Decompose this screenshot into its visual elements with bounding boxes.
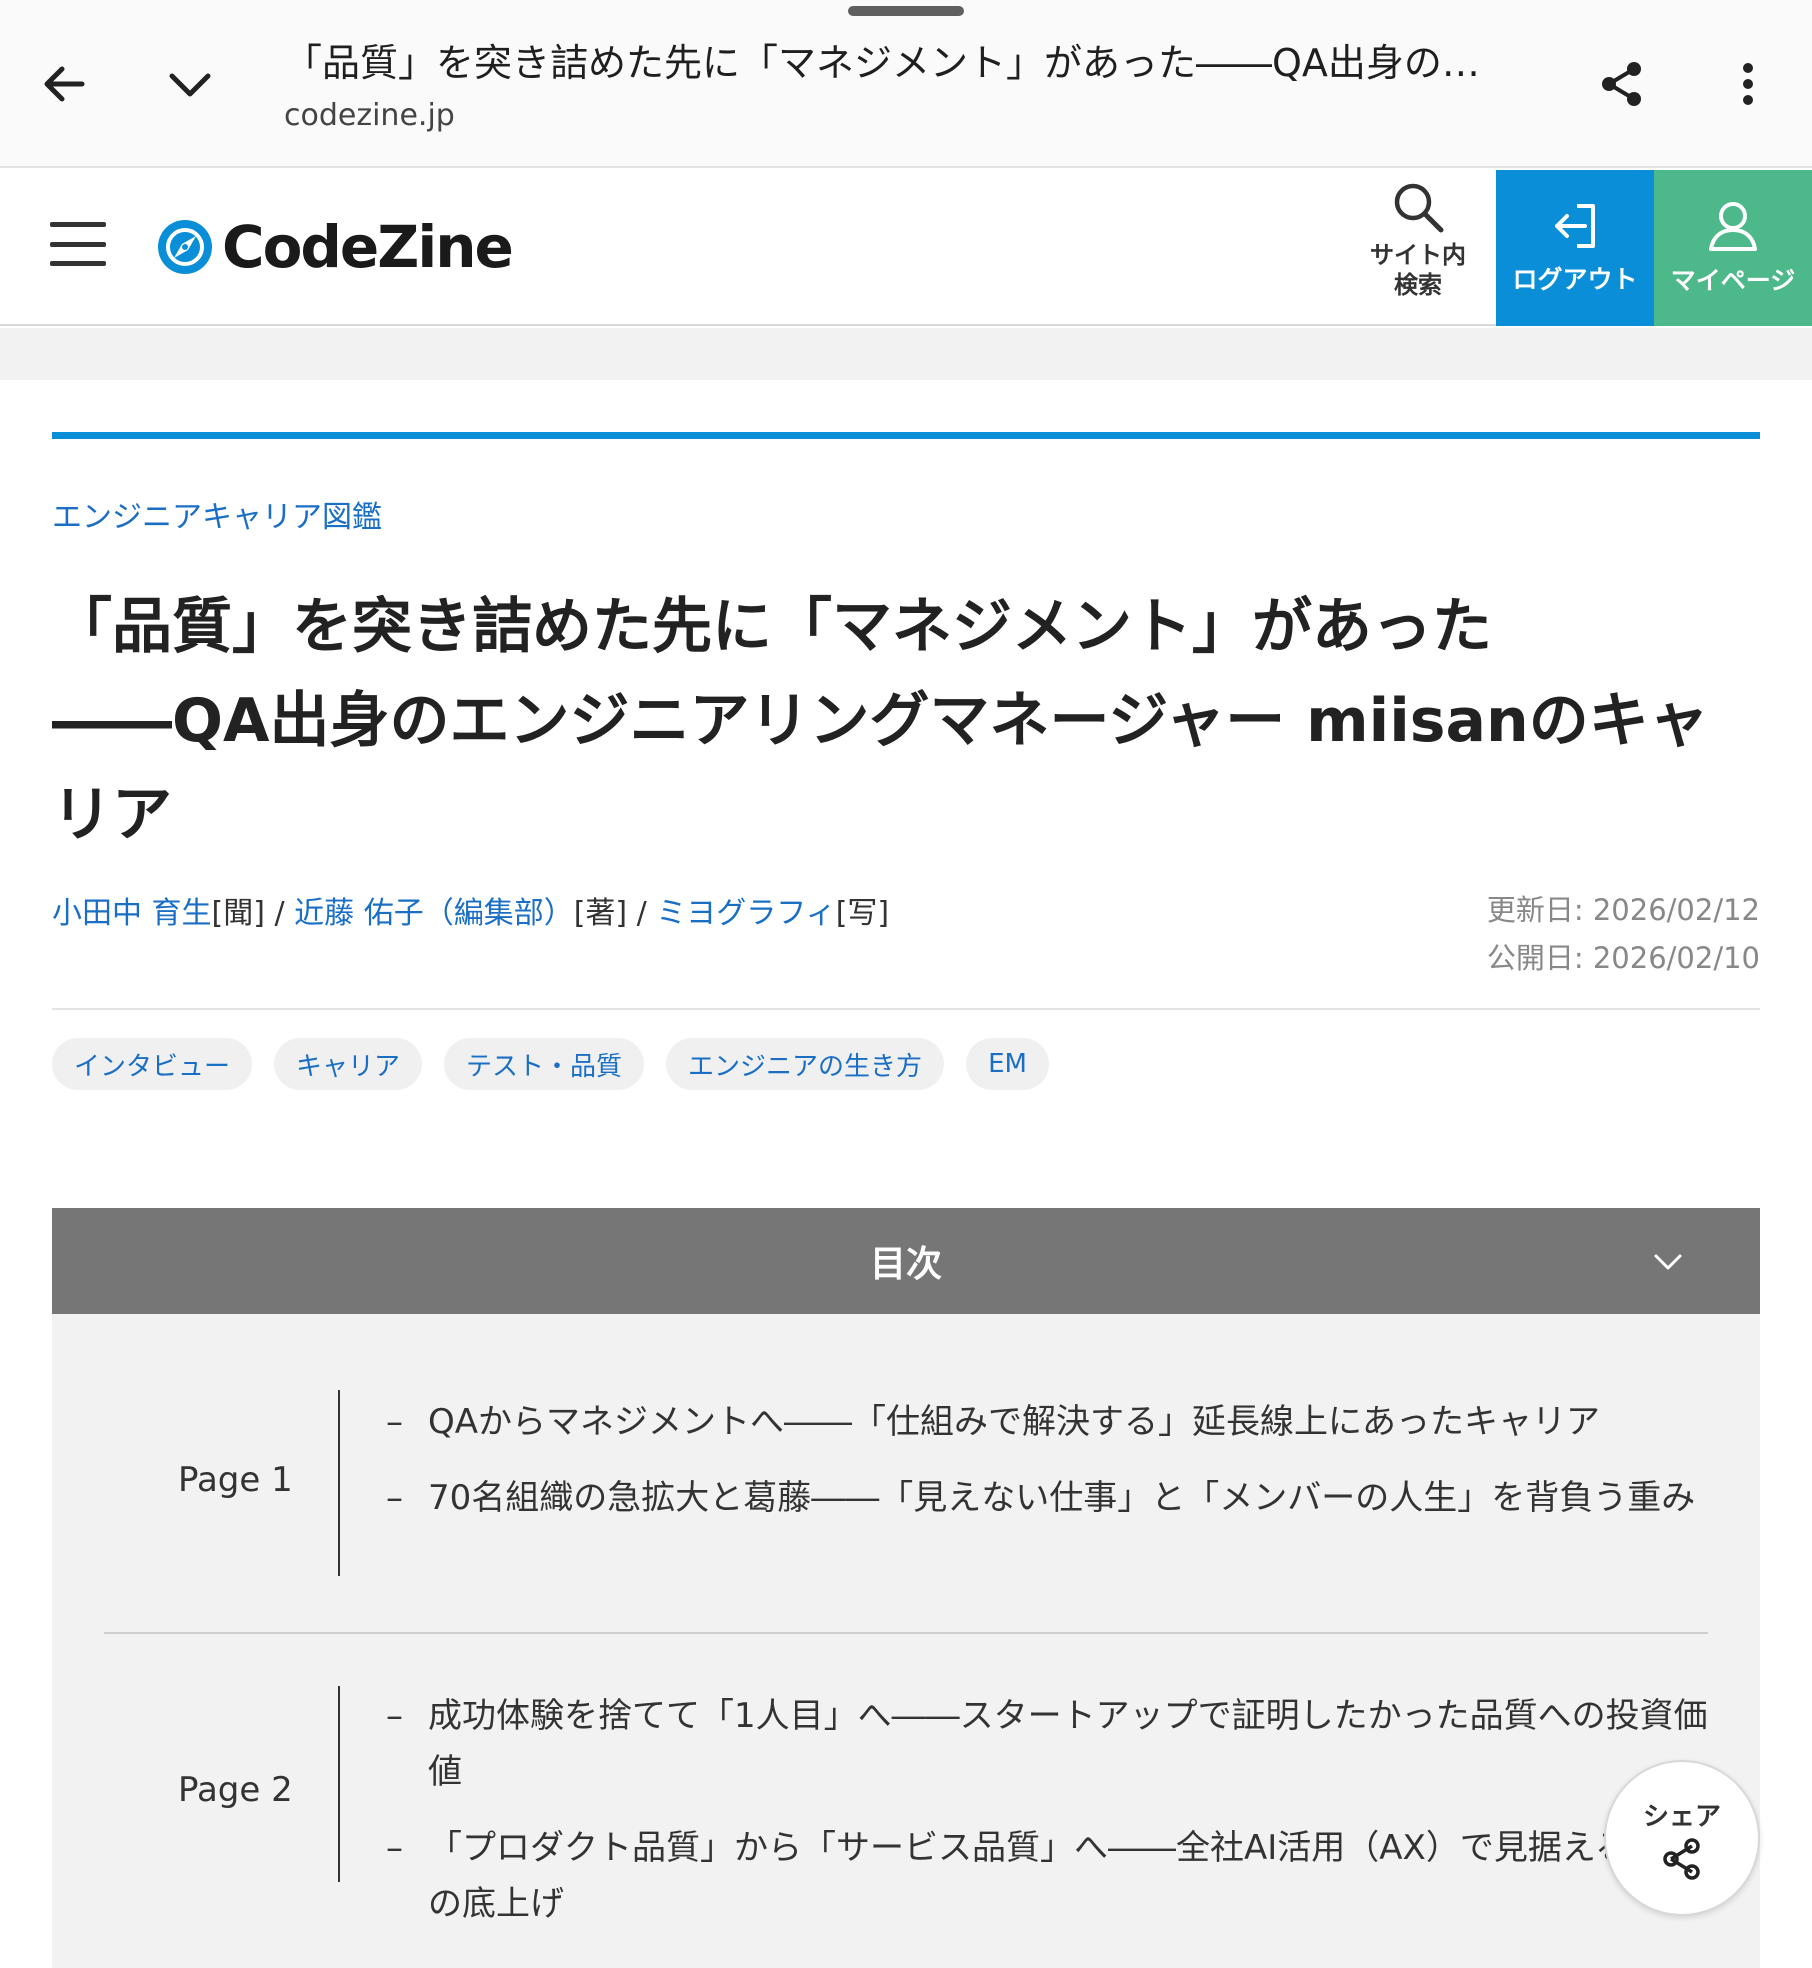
toc-vline [338,1686,340,1882]
page-title[interactable]: 「品質」を突き詰めた先に「マネジメント」があった――QA出身のエンジニアリングマ… [284,38,1514,88]
tag-list: インタビュー キャリア テスト・品質 エンジニアの生き方 EM [52,1038,1049,1090]
toc-entry[interactable]: 「プロダクト品質」から「サービス品質」へ――全社AI活用（AX）で見据える組織の… [386,1820,1726,1932]
toc-separator [104,1632,1708,1634]
user-icon [1709,202,1757,251]
drag-handle[interactable] [848,6,964,16]
mypage-label: マイページ [1670,266,1796,295]
arrow-left-icon [44,66,85,102]
floating-share-button[interactable]: シェア [1604,1760,1760,1916]
divider [52,1008,1760,1010]
category-link[interactable]: エンジニアキャリア図鑑 [52,492,382,536]
toc-page-2: Page 2 成功体験を捨てて「1人目」へ――スタートアップで証明したかった品質… [104,1686,1708,1924]
toc-vline [338,1390,340,1576]
chevron-down-icon [169,73,211,97]
share-icon [1663,1837,1700,1880]
tag-test-quality[interactable]: テスト・品質 [444,1038,645,1090]
author-role: [著] [573,896,628,931]
toc-page-label[interactable]: Page 2 [178,1770,293,1810]
author-role: [聞] [211,896,265,931]
search-label-line1: サイト内 [1370,241,1466,269]
site-logo[interactable]: CodeZine [156,212,514,282]
tag-interview[interactable]: インタビュー [52,1038,253,1090]
accent-rule [52,432,1760,439]
author-link[interactable]: ミヨグラフィ [656,896,835,931]
header-spacer [0,328,1812,380]
logout-label: ログアウト [1512,265,1638,294]
article-dates: 更新日: 2026/02/12 公開日: 2026/02/10 [1487,886,1760,982]
logo-text: CodeZine [222,213,514,281]
toc-entry[interactable]: QAからマネジメントへ――「仕組みで解決する」延長線上にあったキャリア [386,1394,1726,1450]
toc-entry[interactable]: 成功体験を捨てて「1人目」へ――スタートアップで証明したかった品質への投資価値 [386,1688,1726,1800]
tag-career[interactable]: キャリア [274,1038,423,1090]
author-link[interactable]: 小田中 育生 [52,896,212,931]
author-link[interactable]: 近藤 佑子（編集部） [294,896,574,931]
search-icon [1394,183,1444,233]
browser-toolbar: 「品質」を突き詰めた先に「マネジメント」があった――QA出身のエンジニアリングマ… [0,0,1812,168]
toc-title: 目次 [869,1244,942,1285]
site-header: CodeZine サイト内 検索 ログアウト マイページ [0,170,1812,326]
logout-button[interactable]: ログアウト [1496,170,1654,326]
article-credits: 小田中 育生[聞] / 近藤 佑子（編集部）[著] / ミヨグラフィ[写] [52,896,890,931]
back-button[interactable] [28,48,100,120]
hamburger-menu-icon[interactable] [50,222,106,266]
toc-entry[interactable]: 70名組織の急拡大と葛藤――「見えない仕事」と「メンバーの人生」を背負う重み [386,1470,1726,1526]
tag-em[interactable]: EM [966,1038,1049,1090]
minimize-button[interactable] [154,48,226,120]
mypage-button[interactable]: マイページ [1654,170,1812,326]
tag-engineer-life[interactable]: エンジニアの生き方 [666,1038,945,1090]
toc-body: Page 1 QAからマネジメントへ――「仕組みで解決する」延長線上にあったキャ… [52,1314,1760,1968]
updated-date: 更新日: 2026/02/12 [1486,893,1760,927]
overflow-menu-button[interactable] [1712,48,1784,120]
article-title-line2: ――QA出身のエンジニアリングマネージャー miisanのキャリア [52,686,1709,850]
compass-logo-icon [158,220,212,274]
floating-share-label: シェア [1642,1801,1721,1832]
site-search-button[interactable]: サイト内 検索 [1360,180,1476,316]
chevron-down-icon [1654,1254,1682,1270]
page-url[interactable]: codezine.jp [284,96,455,136]
logout-icon [1555,204,1595,248]
search-label-line2: 検索 [1394,271,1442,299]
article-title: 「品質」を突き詰めた先に「マネジメント」があった ――QA出身のエンジニアリング… [52,580,1752,862]
share-button[interactable] [1586,48,1658,120]
published-date: 公開日: 2026/02/10 [1486,941,1760,975]
toc-toggle[interactable]: 目次 [52,1208,1760,1314]
toc-page-label[interactable]: Page 1 [178,1460,293,1500]
more-vert-icon [1743,63,1753,105]
author-role: [写] [835,896,890,931]
toc-page-1: Page 1 QAからマネジメントへ――「仕組みで解決する」延長線上にあったキャ… [104,1390,1708,1580]
article-title-line1: 「品質」を突き詰めた先に「マネジメント」があった [52,592,1492,662]
share-icon [1602,62,1641,106]
